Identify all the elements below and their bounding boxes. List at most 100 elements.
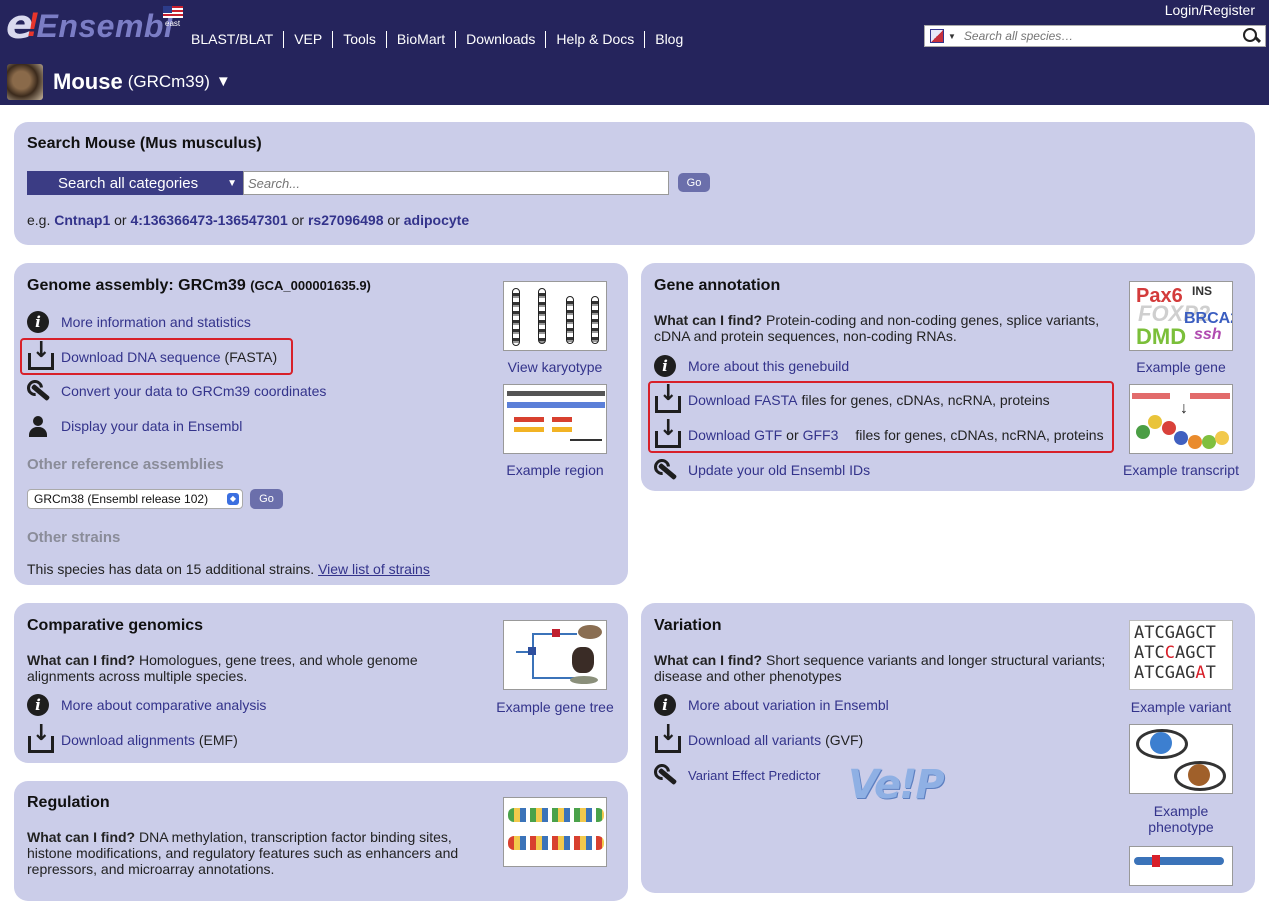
transcript-bead: [1188, 435, 1202, 449]
masthead-top: e ! Ensembl east BLAST/BLAT VEP Tools Bi…: [0, 0, 1269, 58]
gene-word-ssh: ssh: [1194, 326, 1222, 343]
chromosome: [538, 288, 546, 344]
mouse-avatar: [7, 63, 43, 100]
transcript-bead: [1162, 421, 1176, 435]
regulation-thumbnail[interactable]: [503, 797, 607, 867]
display-data-link[interactable]: Display your data in Ensembl: [61, 418, 242, 434]
example-gene-link[interactable]: Cntnap1: [54, 212, 110, 228]
us-flag-icon: [163, 6, 183, 18]
info-icon: i: [27, 694, 49, 716]
strains-text: This species has data on 15 additional s…: [27, 561, 430, 577]
phenotype-caption-line-2: phenotype: [1148, 819, 1214, 835]
species-selector-icon[interactable]: [930, 29, 944, 43]
example-phenotype-thumbnail[interactable]: [1129, 724, 1233, 794]
search-examples: e.g. Cntnap1 or 4:136366473-136547301 or…: [27, 212, 469, 228]
karyotype-thumbnail[interactable]: [503, 281, 607, 351]
sequence-suffix: T: [1205, 663, 1216, 683]
variant-effect-predictor-link[interactable]: Variant Effect Predictor: [688, 768, 820, 783]
nav-blog[interactable]: Blog: [645, 31, 693, 48]
download-all-variants-link[interactable]: Download all variants: [688, 732, 821, 748]
transcript-bar: [1132, 393, 1170, 399]
more-about-comparative-link[interactable]: More about comparative analysis: [61, 697, 266, 713]
sequence-line: ATCGAGAT: [1134, 663, 1232, 683]
info-icon: i: [654, 694, 676, 716]
region-thumbnail[interactable]: [503, 384, 607, 454]
example-transcript-link[interactable]: Example transcript: [1120, 462, 1242, 478]
gene-tree-thumbnail[interactable]: [503, 620, 607, 690]
example-variant-link[interactable]: rs27096498: [308, 212, 384, 228]
view-strains-link[interactable]: View list of strains: [318, 561, 430, 577]
chromosome: [566, 296, 574, 344]
nav-tools[interactable]: Tools: [333, 31, 387, 48]
search-icon[interactable]: [1241, 26, 1261, 46]
phenotype-caption-line-1: Example: [1153, 803, 1209, 819]
download-icon: [27, 723, 54, 753]
example-gene-link[interactable]: Example gene: [1125, 359, 1237, 375]
tree-node: [528, 647, 536, 655]
example-region-link[interactable]: Example region: [500, 462, 610, 478]
example-variant-thumbnail[interactable]: ATCGAGCT ATCCAGCT ATCGAGAT: [1129, 620, 1233, 690]
ensembl-logo[interactable]: e ! Ensembl: [6, 5, 173, 45]
species-dropdown-caret[interactable]: ▼: [216, 73, 231, 90]
gene-annotation-description: What can I find? Protein-coding and non-…: [654, 312, 1114, 344]
nav-biomart[interactable]: BioMart: [387, 31, 457, 48]
search-category-dropdown[interactable]: Search all categories ▼: [27, 171, 243, 195]
transcript-arrow: ↓: [1180, 400, 1188, 417]
species-search-input[interactable]: [961, 27, 1241, 45]
sequence-prefix: ATCGAG: [1134, 663, 1196, 683]
vep-row: Variant Effect Predictor: [654, 764, 820, 786]
more-about-genebuild-link[interactable]: More about this genebuild: [688, 358, 849, 374]
what-can-i-find-label: What can I find?: [654, 312, 763, 328]
search-go-button[interactable]: Go: [678, 173, 710, 192]
region-track: [514, 427, 544, 432]
assembly-info-row: i More information and statistics: [27, 311, 251, 333]
dna-strand: [508, 836, 604, 850]
sequence-text: ATCGAGCT: [1134, 623, 1216, 643]
transcript-bar: [1190, 393, 1230, 399]
search-panel-title: Search Mouse (Mus musculus): [27, 135, 262, 152]
example-variant-link[interactable]: Example variant: [1125, 699, 1237, 715]
tree-node: [552, 629, 560, 637]
update-ensembl-ids-link[interactable]: Update your old Ensembl IDs: [688, 462, 870, 478]
person-icon: [27, 415, 49, 437]
region-track: [552, 417, 572, 422]
species-assembly[interactable]: (GRCm39): [128, 72, 210, 92]
login-register-link[interactable]: Login/Register: [1165, 2, 1255, 18]
species-bar: Mouse (GRCm39) ▼: [0, 58, 1269, 105]
masthead: e ! Ensembl east BLAST/BLAT VEP Tools Bi…: [0, 0, 1269, 105]
main-search-input[interactable]: [243, 171, 669, 195]
nav-downloads[interactable]: Downloads: [456, 31, 547, 48]
sequence-line: ATCCAGCT: [1134, 643, 1232, 663]
update-ids-row: Update your old Ensembl IDs: [654, 459, 870, 481]
wrench-icon: [654, 459, 676, 481]
sv-bar: [1134, 857, 1224, 865]
more-info-stats-link[interactable]: More information and statistics: [61, 314, 251, 330]
nav-help-docs[interactable]: Help & Docs: [546, 31, 646, 48]
example-gene-thumbnail[interactable]: Pax6 INS FOXP2 BRCA2 DMD ssh: [1129, 281, 1233, 351]
example-phenotype-link[interactable]: Example phenotype: [1125, 803, 1237, 835]
download-alignments-link[interactable]: Download alignments: [61, 732, 195, 748]
example-structural-variant-thumbnail[interactable]: [1129, 846, 1233, 886]
convert-coordinates-link[interactable]: Convert your data to GRCm39 coordinates: [61, 383, 326, 399]
regulation-description: What can I find? DNA methylation, transc…: [27, 829, 472, 877]
example-transcript-thumbnail[interactable]: ↓: [1129, 384, 1233, 454]
eye-iris: [1150, 732, 1172, 754]
assembly-go-button[interactable]: Go: [250, 489, 283, 509]
highlight-box-annotation: [648, 381, 1114, 453]
example-location-link[interactable]: 4:136366473-136547301: [130, 212, 287, 228]
species-name[interactable]: Mouse: [53, 69, 123, 95]
wrench-icon: [27, 380, 49, 402]
more-about-variation-link[interactable]: More about variation in Ensembl: [688, 697, 889, 713]
vep-logo[interactable]: Ve!P: [848, 762, 945, 808]
nav-blast[interactable]: BLAST/BLAT: [191, 31, 285, 48]
nav-vep[interactable]: VEP: [284, 31, 334, 48]
example-gene-tree-link[interactable]: Example gene tree: [490, 699, 620, 715]
example-phenotype-link[interactable]: adipocyte: [404, 212, 469, 228]
reference-assembly-select[interactable]: GRCm38 (Ensembl release 102) ◆: [27, 489, 243, 509]
select-arrows-icon: ◆: [227, 493, 239, 505]
chevron-down-icon[interactable]: ▼: [948, 32, 956, 41]
or-text: or: [114, 212, 127, 228]
view-karyotype-link[interactable]: View karyotype: [500, 359, 610, 375]
tree-branch: [532, 633, 534, 677]
info-icon: i: [27, 311, 49, 333]
